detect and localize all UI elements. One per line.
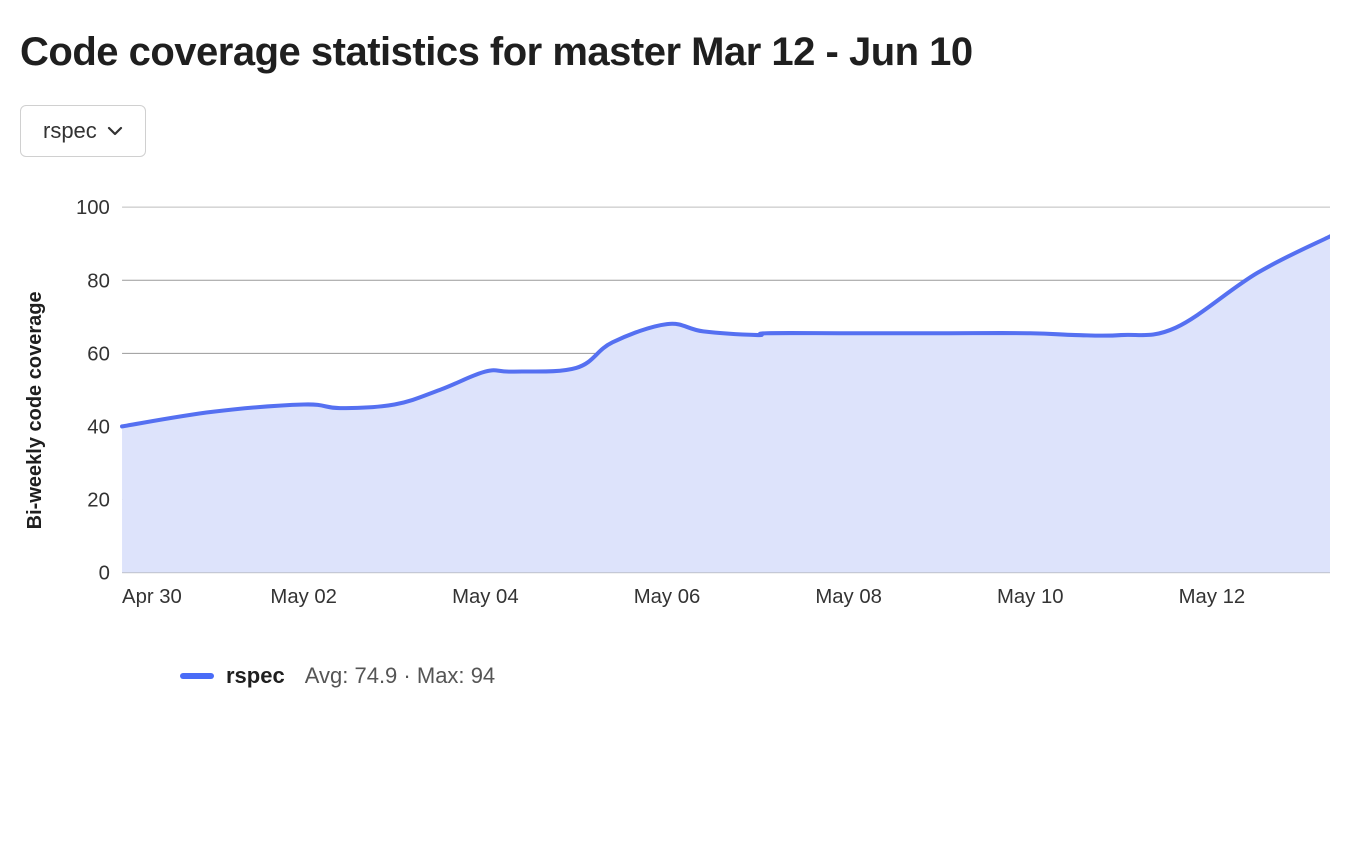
svg-text:60: 60 xyxy=(87,343,110,365)
svg-text:May 12: May 12 xyxy=(1179,586,1246,608)
svg-text:May 04: May 04 xyxy=(452,586,519,608)
svg-text:May 08: May 08 xyxy=(815,586,882,608)
svg-text:100: 100 xyxy=(76,197,110,219)
legend-series-name: rspec xyxy=(226,663,285,689)
svg-text:20: 20 xyxy=(87,490,110,512)
svg-text:May 10: May 10 xyxy=(997,586,1064,608)
series-filter-selected: rspec xyxy=(43,118,97,144)
legend-swatch xyxy=(180,673,214,679)
legend-stats: Avg: 74.9 · Max: 94 xyxy=(305,663,495,689)
series-filter-dropdown[interactable]: rspec xyxy=(20,105,146,157)
chart-legend: rspec Avg: 74.9 · Max: 94 xyxy=(180,663,1330,689)
svg-text:May 02: May 02 xyxy=(270,586,337,608)
svg-text:0: 0 xyxy=(99,563,110,585)
coverage-chart: 0 20 40 60 80 100 Apr 30 May 02 May 04 May 06 May … xyxy=(51,197,1330,623)
y-axis-label: Bi-weekly code coverage xyxy=(20,197,51,623)
svg-text:May 06: May 06 xyxy=(634,586,701,608)
svg-text:Apr 30: Apr 30 xyxy=(122,586,182,608)
page-title: Code coverage statistics for master Mar … xyxy=(20,30,1330,75)
chevron-down-icon xyxy=(107,123,123,139)
svg-text:80: 80 xyxy=(87,270,110,292)
svg-text:40: 40 xyxy=(87,417,110,439)
